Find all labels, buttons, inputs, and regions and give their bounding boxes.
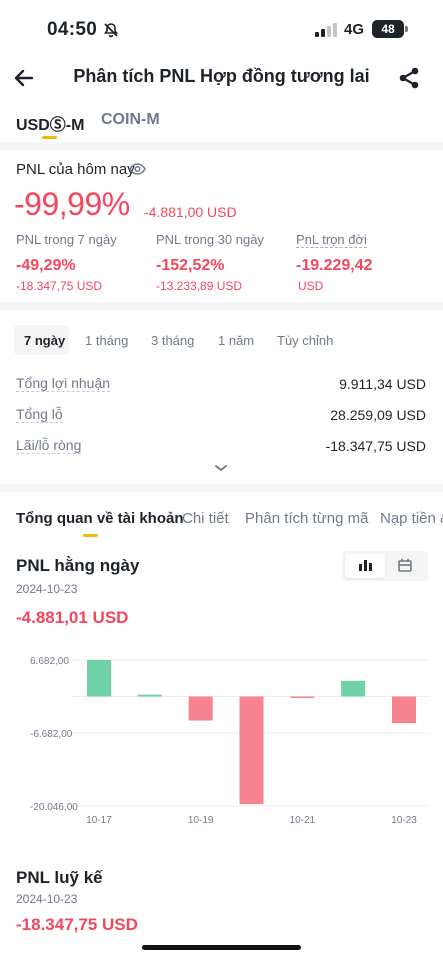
daily-pnl-amount: -4.881,01 USD: [16, 608, 129, 627]
calendar-icon: [398, 559, 412, 572]
bar-10-20: [239, 696, 264, 805]
x-tick-label: 10-17: [86, 815, 112, 826]
range-1y[interactable]: 1 năm: [218, 333, 254, 348]
net-pnl-value: -18.347,75 USD: [325, 438, 426, 454]
pnl-7d-label: PNL trong 7 ngày: [16, 232, 117, 247]
bar-chart-view-button[interactable]: [345, 554, 385, 578]
page-title: Phân tích PNL Hợp đồng tương lai: [73, 66, 370, 86]
calendar-view-button[interactable]: [385, 554, 425, 578]
range-custom[interactable]: Tùy chỉnh: [277, 333, 333, 348]
active-subtab-indicator: [83, 534, 98, 537]
pnl-7d-amount: -18.347,75 USD: [16, 279, 103, 293]
signal-icon: [315, 23, 337, 37]
pnl-lifetime-label[interactable]: PnL trọn đời: [296, 232, 367, 248]
battery-icon: 48: [372, 20, 404, 38]
net-pnl-label[interactable]: Lãi/lỗ ròng: [16, 437, 82, 454]
today-pnl-label: PNL của hôm nay: [16, 161, 135, 178]
y-tick-label: -6.682,00: [30, 729, 73, 740]
total-profit-value: 9.911,34 USD: [339, 376, 426, 392]
y-tick-label: -20.046,00: [30, 802, 78, 813]
total-loss-value: 28.259,09 USD: [330, 407, 426, 423]
pnl-30d-amount: -13.233,89 USD: [156, 279, 243, 293]
eye-icon[interactable]: [129, 162, 146, 176]
status-time: 04:50: [47, 19, 98, 40]
home-indicator: [142, 945, 301, 950]
total-loss-label[interactable]: Tổng lỗ: [16, 406, 63, 423]
section-divider: [0, 142, 443, 150]
pnl-7d-percent: -49,29%: [16, 257, 76, 274]
pnl-lifetime-unit: USD: [298, 279, 324, 293]
daily-pnl-title: PNL hằng ngày: [16, 556, 140, 575]
tab-details[interactable]: Chi tiết: [182, 510, 229, 527]
active-tab-indicator: [42, 136, 57, 139]
range-1m[interactable]: 1 tháng: [85, 333, 128, 348]
share-icon[interactable]: [398, 66, 420, 90]
cumulative-pnl-amount: -18.347,75 USD: [16, 915, 138, 934]
bell-off-icon: [103, 23, 119, 38]
daily-pnl-date: 2024-10-23: [16, 582, 78, 596]
x-tick-label: 10-21: [290, 815, 316, 826]
chevron-down-icon[interactable]: [214, 463, 228, 473]
pnl-30d-label: PNL trong 30 ngày: [156, 232, 264, 247]
section-divider: [0, 484, 443, 492]
x-tick-label: 10-23: [391, 815, 417, 826]
daily-pnl-bar-chart: 6.682,00 -6.682,00 -20.046,00 10-17 10-19 10-…: [30, 656, 430, 826]
bar-chart-icon: [359, 560, 372, 571]
today-pnl-percent: -99,99%: [14, 186, 130, 222]
network-type: 4G: [344, 21, 365, 38]
range-3m[interactable]: 3 tháng: [151, 333, 194, 348]
tab-usds-m[interactable]: USDⓈ-M: [16, 111, 84, 135]
bar-10-22: [341, 680, 366, 697]
battery-cap: [405, 26, 408, 32]
cumulative-pnl-title: PNL luỹ kế: [16, 868, 103, 887]
total-profit-label[interactable]: Tổng lợi nhuận: [16, 375, 111, 392]
tab-deposit[interactable]: Nạp tiền &: [380, 510, 443, 527]
tab-account-overview[interactable]: Tổng quan về tài khoản: [16, 510, 184, 527]
section-divider: [0, 302, 443, 310]
bar-10-19: [188, 696, 213, 721]
tab-per-symbol[interactable]: Phân tích từng mã: [245, 510, 368, 527]
y-tick-label: 6.682,00: [30, 656, 69, 667]
pnl-30d-percent: -152,52%: [156, 257, 225, 274]
bar-10-23: [392, 696, 416, 724]
bar-10-21: [290, 696, 315, 698]
cumulative-pnl-date: 2024-10-23: [16, 892, 78, 906]
bar-10-17: [87, 660, 111, 697]
today-pnl-amount: -4.881,00 USD: [144, 204, 237, 220]
tab-coin-m[interactable]: COIN-M: [101, 111, 160, 129]
pnl-lifetime-value: -19.229,42: [296, 257, 373, 274]
bar-10-18: [137, 694, 162, 697]
x-tick-label: 10-19: [188, 815, 214, 826]
range-7d[interactable]: 7 ngày: [24, 333, 65, 348]
